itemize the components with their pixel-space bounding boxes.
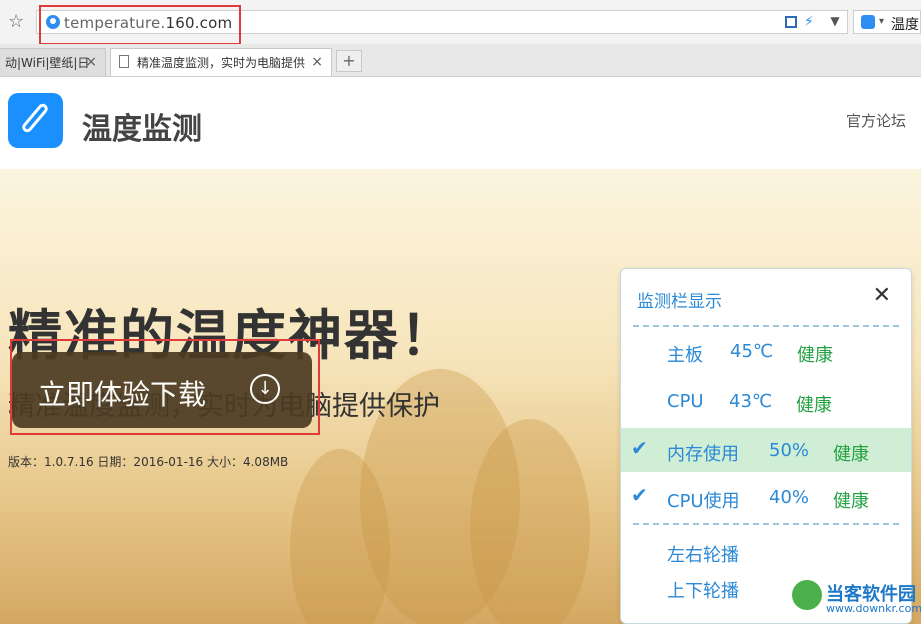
address-dropdown-icon[interactable]: ▼	[823, 14, 847, 30]
monitor-row-selected[interactable]: ✔ 内存使用 50% 健康	[621, 428, 911, 472]
checkmark-icon: ✔	[631, 436, 648, 460]
qrcode-icon[interactable]	[785, 16, 797, 28]
tab-label: 动|WiFi|壁纸|日	[5, 56, 90, 70]
site-header: 温度监测 官方论坛	[0, 77, 921, 169]
row-status: 健康	[796, 395, 832, 416]
row-name: CPU	[667, 391, 704, 412]
close-tab-icon[interactable]: ×	[311, 54, 323, 70]
watermark-logo-icon	[792, 580, 822, 610]
tab-bar: 动|WiFi|壁纸|日 × 精准温度监测，实时为电脑提供 ×	[0, 44, 921, 77]
row-value: 40%	[769, 487, 810, 508]
monitor-panel: 监测栏显示 ✕ 主板 45℃ 健康 CPU 43℃ 健康 ✔ 内存使用 50% …	[620, 268, 912, 624]
address-highlight-box	[39, 5, 241, 45]
monitor-row[interactable]: ✔ CPU使用 40% 健康	[621, 479, 911, 515]
checkmark-icon: ✔	[631, 483, 648, 507]
divider	[633, 523, 899, 525]
search-engine-dropdown-icon[interactable]: ▾	[879, 16, 884, 27]
browser-toolbar: ☆ temperature.160.com ⚡ ▼ ▾ 温度	[0, 0, 921, 45]
download-highlight-box	[10, 339, 320, 435]
new-tab-button[interactable]: +	[336, 50, 362, 72]
row-status: 健康	[797, 345, 833, 366]
row-value: 45℃	[730, 341, 774, 362]
row-name: 主板	[667, 345, 703, 366]
monitor-row[interactable]: 主板 45℃ 健康	[621, 333, 911, 369]
site-watermark: 当客软件园 www.downkr.com	[792, 578, 921, 624]
option-horizontal-rotate[interactable]: 左右轮播	[667, 541, 739, 567]
watermark-url: www.downkr.com	[826, 602, 921, 615]
row-status: 健康	[833, 444, 869, 465]
tab-item[interactable]: 动|WiFi|壁纸|日 ×	[0, 48, 106, 76]
panel-title: 监测栏显示	[637, 292, 722, 312]
site-brand[interactable]: 温度监测	[82, 104, 202, 148]
lightning-icon[interactable]: ⚡	[804, 14, 814, 30]
page-icon	[119, 55, 129, 68]
option-vertical-rotate[interactable]: 上下轮播	[667, 577, 739, 603]
row-value: 43℃	[729, 391, 773, 412]
bookmark-star-icon[interactable]: ☆	[8, 12, 28, 32]
wheat-decoration	[470, 419, 590, 624]
monitor-row[interactable]: CPU 43℃ 健康	[621, 383, 911, 419]
close-tab-icon[interactable]: ×	[85, 54, 97, 70]
search-text[interactable]: 温度	[891, 14, 919, 34]
tab-item-active[interactable]: 精准温度监测，实时为电脑提供 ×	[110, 48, 332, 76]
version-meta: 版本：1.0.7.16 日期：2016-01-16 大小：4.08MB	[8, 455, 289, 469]
row-name: CPU使用	[667, 491, 740, 512]
thermometer-logo-icon[interactable]	[8, 93, 63, 148]
tab-label: 精准温度监测，实时为电脑提供	[137, 56, 306, 70]
forum-link[interactable]: 官方论坛	[846, 110, 906, 131]
close-icon[interactable]: ✕	[873, 283, 891, 308]
divider	[633, 325, 899, 327]
row-name: 内存使用	[667, 444, 739, 465]
row-status: 健康	[833, 491, 869, 512]
row-value: 50%	[769, 440, 810, 461]
search-engine-icon[interactable]	[861, 15, 875, 29]
